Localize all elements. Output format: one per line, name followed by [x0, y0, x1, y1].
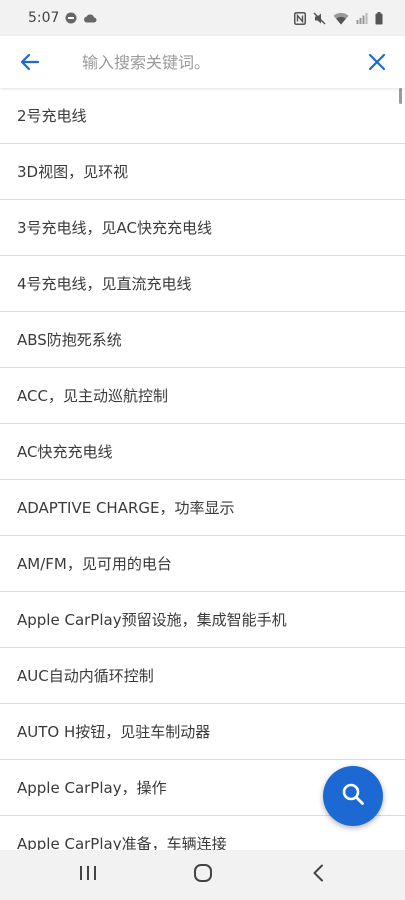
cloud-icon: [83, 13, 97, 23]
list-item-label: 4号充电线，见直流充电线: [17, 275, 192, 293]
status-left: 5:07: [28, 10, 97, 26]
status-time: 5:07: [28, 10, 60, 26]
scroll-indicator[interactable]: [399, 88, 402, 104]
search-input[interactable]: [82, 47, 367, 77]
list-item-label: AC快充充电线: [17, 443, 113, 461]
list-item[interactable]: Apple CarPlay预留设施，集成智能手机: [0, 592, 405, 648]
close-icon[interactable]: [367, 52, 387, 72]
search-icon: [340, 781, 366, 811]
arrow-left-icon[interactable]: [18, 50, 42, 74]
list-item[interactable]: 3D视图，见环视: [0, 144, 405, 200]
list-item-label: ABS防抱死系统: [17, 331, 122, 349]
recent-apps-button[interactable]: [58, 855, 118, 895]
list-item[interactable]: AUTO H按钮，见驻车制动器: [0, 704, 405, 760]
system-nav-bar: [0, 850, 405, 900]
list-item-label: 3D视图，见环视: [17, 163, 129, 181]
list-item[interactable]: AC快充充电线: [0, 424, 405, 480]
list-item[interactable]: AUC自动内循环控制: [0, 648, 405, 704]
notification-badge-icon: [65, 12, 77, 24]
list-item-label: Apple CarPlay准备，车辆连接: [17, 835, 227, 850]
list-item-label: AUTO H按钮，见驻车制动器: [17, 723, 211, 741]
battery-icon: [375, 11, 383, 25]
mute-icon: [313, 11, 326, 25]
list-item[interactable]: ABS防抱死系统: [0, 312, 405, 368]
list-item-label: ACC，见主动巡航控制: [17, 387, 168, 405]
list-item[interactable]: AM/FM，见可用的电台: [0, 536, 405, 592]
recent-apps-icon: [79, 865, 97, 885]
back-chevron-icon: [312, 864, 324, 886]
search-header: [0, 36, 405, 88]
signal-icon: [356, 12, 368, 24]
search-results-list: 2号充电线 3D视图，见环视 3号充电线，见AC快充充电线 4号充电线，见直流充…: [0, 88, 405, 850]
nfc-icon: [294, 11, 306, 25]
list-item[interactable]: 2号充电线: [0, 88, 405, 144]
list-item[interactable]: 4号充电线，见直流充电线: [0, 256, 405, 312]
list-item-label: 2号充电线: [17, 107, 87, 125]
list-item-label: AM/FM，见可用的电台: [17, 555, 172, 573]
list-item[interactable]: ACC，见主动巡航控制: [0, 368, 405, 424]
list-item[interactable]: ADAPTIVE CHARGE，功率显示: [0, 480, 405, 536]
list-item-label: ADAPTIVE CHARGE，功率显示: [17, 499, 235, 517]
status-bar: 5:07: [0, 0, 405, 36]
list-item[interactable]: 3号充电线，见AC快充充电线: [0, 200, 405, 256]
list-item-label: Apple CarPlay预留设施，集成智能手机: [17, 611, 287, 629]
list-item-label: Apple CarPlay，操作: [17, 779, 167, 797]
home-button[interactable]: [173, 855, 233, 895]
search-fab-button[interactable]: [323, 766, 383, 826]
back-button[interactable]: [288, 855, 348, 895]
list-item-label: AUC自动内循环控制: [17, 667, 154, 685]
list-item-label: 3号充电线，见AC快充充电线: [17, 219, 213, 237]
wifi-icon: [333, 12, 349, 25]
home-icon: [193, 863, 213, 887]
status-right: [294, 11, 383, 25]
